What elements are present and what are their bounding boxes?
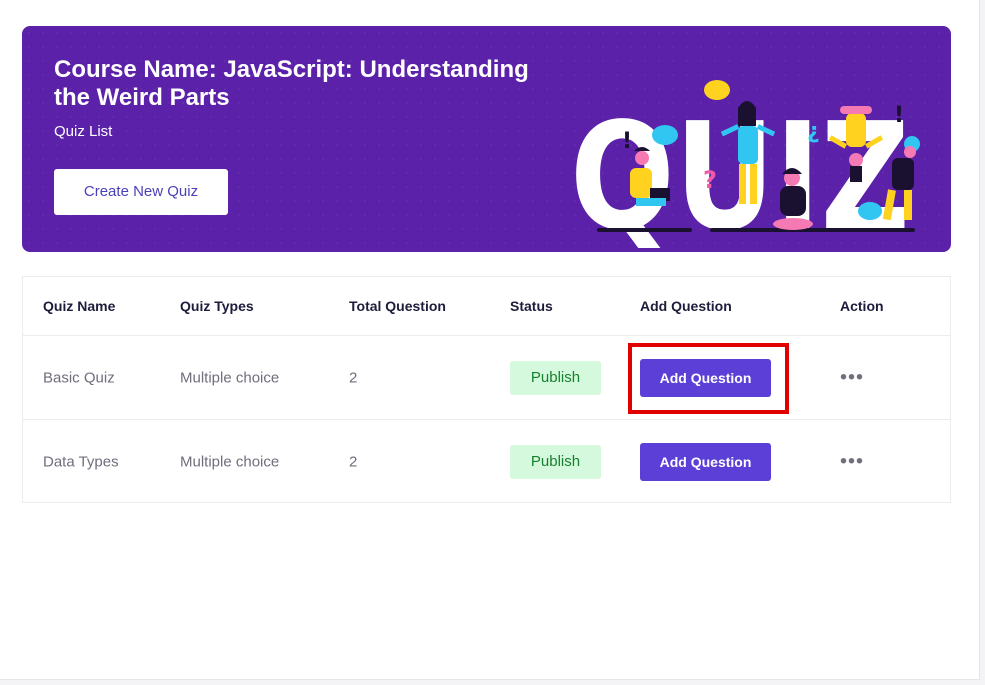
quiz-type: Multiple choice [180,369,280,386]
page: Course Name: JavaScript: Understanding t… [0,0,980,680]
table-row: Data Types Multiple choice 2 Publish Add… [23,420,950,503]
status-cell: Publish [510,444,601,479]
total-question: 2 [349,453,358,470]
exclamation-icon: ! [894,103,904,128]
more-actions-icon[interactable]: ••• [840,450,864,473]
table-header-row: Quiz Name Quiz Types Total Question Stat… [23,277,950,336]
course-title: Course Name: JavaScript: Understanding t… [54,56,529,111]
exclamation-icon: ! [622,129,632,154]
add-question-button[interactable]: Add Question [640,442,771,481]
create-new-quiz-button[interactable]: Create New Quiz [54,169,228,215]
speech-bubble-icon [652,125,678,145]
quiz-type: Multiple choice [180,453,280,470]
column-header-quiz-name: Quiz Name [43,298,116,314]
quiz-illustration: QUIZ ! ? ¿ ! [570,80,920,248]
quiz-name: Basic Quiz [43,369,115,386]
status-badge: Publish [510,360,601,395]
course-banner: Course Name: JavaScript: Understanding t… [22,26,951,252]
illustration-ground [710,228,915,232]
speech-bubble-icon [704,80,730,100]
more-actions-icon[interactable]: ••• [840,366,864,389]
column-header-quiz-types: Quiz Types [180,298,254,314]
illustration-ground [597,228,692,232]
quiz-table: Quiz Name Quiz Types Total Question Stat… [22,276,951,503]
quiz-list-label: Quiz List [54,123,113,140]
speech-bubble-icon [858,202,882,220]
highlight-box [628,343,789,414]
column-header-status: Status [510,298,553,314]
column-header-total-question: Total Question [349,298,446,314]
status-badge: Publish [510,444,601,479]
inverted-question-icon: ¿ [807,119,820,144]
column-header-action: Action [840,298,884,314]
total-question: 2 [349,369,358,386]
add-question-cell: Add Question [640,442,771,481]
question-mark-icon: ? [703,166,717,194]
quiz-name: Data Types [43,453,119,470]
status-cell: Publish [510,360,601,395]
column-header-add-question: Add Question [640,298,732,314]
table-row: Basic Quiz Multiple choice 2 Publish Add… [23,336,950,420]
